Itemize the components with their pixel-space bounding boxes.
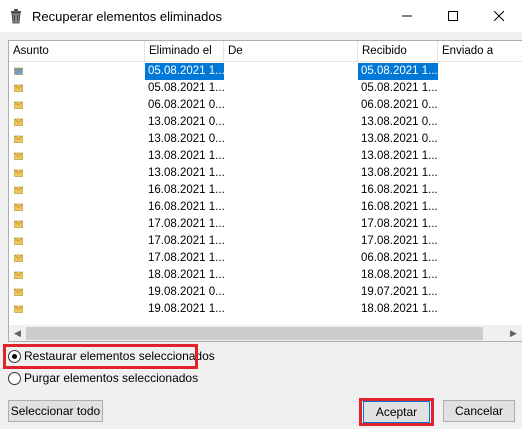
cell-eliminado: 06.08.2021 0...: [148, 99, 224, 111]
scroll-right-icon[interactable]: ▶: [505, 325, 522, 341]
window-title: Recuperar elementos eliminados: [32, 9, 223, 24]
cell-recibido: 05.08.2021 1...: [361, 82, 438, 94]
cell-eliminado: 19.08.2021 0...: [148, 286, 224, 298]
envelope-icon: [14, 67, 23, 75]
envelope-icon: [14, 288, 23, 296]
envelope-icon: [14, 152, 23, 160]
cell-eliminado: 16.08.2021 1...: [148, 201, 224, 213]
table-row[interactable]: 13.08.2021 1... 13.08.2021 1...: [9, 165, 522, 182]
envelope-icon: [14, 186, 23, 194]
table-row[interactable]: 19.08.2021 0... 19.07.2021 1...: [9, 284, 522, 301]
cell-recibido: 18.08.2021 1...: [361, 269, 438, 281]
cell-eliminado: 13.08.2021 0...: [148, 116, 224, 128]
cell-recibido: 19.07.2021 1...: [361, 286, 438, 298]
table-row[interactable]: 17.08.2021 1... 17.08.2021 1...: [9, 233, 522, 250]
envelope-icon: [14, 101, 23, 109]
minimize-button[interactable]: [384, 0, 430, 32]
table-row[interactable]: 13.08.2021 0... 13.08.2021 0...: [9, 114, 522, 131]
table-row[interactable]: 05.08.2021 1... 05.08.2021 1...: [9, 63, 522, 80]
table-row[interactable]: 05.08.2021 1... 05.08.2021 1...: [9, 80, 522, 97]
table-row[interactable]: 13.08.2021 1... 13.08.2021 1...: [9, 148, 522, 165]
cell-eliminado: 13.08.2021 0...: [148, 133, 224, 145]
cell-recibido: 06.08.2021 0...: [361, 99, 438, 111]
cell-recibido: 06.08.2021 1...: [361, 252, 438, 264]
table-row[interactable]: 13.08.2021 0... 13.08.2021 0...: [9, 131, 522, 148]
cell-eliminado: 19.08.2021 1...: [148, 303, 224, 315]
cancel-button[interactable]: Cancelar: [443, 400, 515, 422]
cell-eliminado: 18.08.2021 1...: [148, 269, 224, 281]
cell-recibido: 17.08.2021 1...: [361, 218, 438, 230]
horizontal-scrollbar[interactable]: ◀ ▶: [9, 325, 522, 341]
purge-option[interactable]: Purgar elementos seleccionados: [8, 369, 198, 387]
table-row[interactable]: 06.08.2021 0... 06.08.2021 0...: [9, 97, 522, 114]
cell-recibido: 18.08.2021 1...: [361, 303, 438, 315]
deleted-items-list[interactable]: Asunto Eliminado el De Recibido Enviado …: [8, 40, 522, 342]
highlight-ok-button: [359, 398, 434, 426]
table-row[interactable]: 16.08.2021 1... 16.08.2021 1...: [9, 199, 522, 216]
column-header-enviado[interactable]: Enviado a: [438, 41, 522, 62]
purge-label: Purgar elementos seleccionados: [24, 371, 199, 385]
minimize-icon: [402, 15, 412, 17]
highlight-restore-option: [3, 344, 198, 369]
cell-eliminado: 05.08.2021 1...: [148, 82, 224, 94]
table-row[interactable]: 16.08.2021 1... 16.08.2021 1...: [9, 182, 522, 199]
maximize-button[interactable]: [430, 0, 476, 32]
cell-recibido: 16.08.2021 1...: [361, 201, 438, 213]
close-button[interactable]: [476, 0, 522, 32]
table-row[interactable]: 17.08.2021 1... 17.08.2021 1...: [9, 216, 522, 233]
purge-radio[interactable]: [8, 371, 21, 385]
cell-eliminado: 17.08.2021 1...: [148, 235, 224, 247]
cell-eliminado: 13.08.2021 1...: [148, 150, 224, 162]
table-row[interactable]: 17.08.2021 1... 06.08.2021 1...: [9, 250, 522, 267]
cell-eliminado: 16.08.2021 1...: [148, 184, 224, 196]
envelope-icon: [14, 203, 23, 211]
maximize-icon: [448, 11, 458, 21]
scrollbar-thumb[interactable]: [26, 327, 483, 340]
title-bar: Recuperar elementos eliminados: [0, 0, 522, 32]
column-header-de[interactable]: De: [224, 41, 358, 62]
cell-recibido: 13.08.2021 0...: [361, 116, 438, 128]
cell-recibido: 13.08.2021 1...: [361, 167, 438, 179]
list-rows: 05.08.2021 1... 05.08.2021 1... 05.08.2021…: [9, 63, 522, 318]
cell-eliminado: 17.08.2021 1...: [148, 218, 224, 230]
envelope-icon: [14, 305, 23, 313]
envelope-icon: [14, 271, 23, 279]
recycle-bin-icon: [11, 9, 21, 24]
scroll-left-icon[interactable]: ◀: [9, 325, 26, 341]
envelope-icon: [14, 220, 23, 228]
table-row[interactable]: 19.08.2021 1... 18.08.2021 1...: [9, 301, 522, 318]
column-header-eliminado[interactable]: Eliminado el: [145, 41, 224, 62]
cell-recibido: 13.08.2021 0...: [361, 133, 438, 145]
cell-eliminado: 13.08.2021 1...: [148, 167, 224, 179]
close-icon: [494, 11, 504, 21]
cell-recibido: 05.08.2021 1...: [361, 65, 438, 77]
cell-eliminado: 05.08.2021 1...: [148, 65, 224, 77]
list-header: Asunto Eliminado el De Recibido Enviado …: [9, 41, 522, 62]
select-all-button[interactable]: Seleccionar todo: [8, 400, 103, 422]
column-header-asunto[interactable]: Asunto: [9, 41, 145, 62]
envelope-icon: [14, 169, 23, 177]
envelope-icon: [14, 135, 23, 143]
envelope-icon: [14, 84, 23, 92]
envelope-icon: [14, 237, 23, 245]
table-row[interactable]: 18.08.2021 1... 18.08.2021 1...: [9, 267, 522, 284]
cell-recibido: 13.08.2021 1...: [361, 150, 438, 162]
column-header-recibido[interactable]: Recibido: [358, 41, 438, 62]
envelope-icon: [14, 118, 23, 126]
cell-recibido: 16.08.2021 1...: [361, 184, 438, 196]
cell-eliminado: 17.08.2021 1...: [148, 252, 224, 264]
envelope-icon: [14, 254, 23, 262]
cell-recibido: 17.08.2021 1...: [361, 235, 438, 247]
